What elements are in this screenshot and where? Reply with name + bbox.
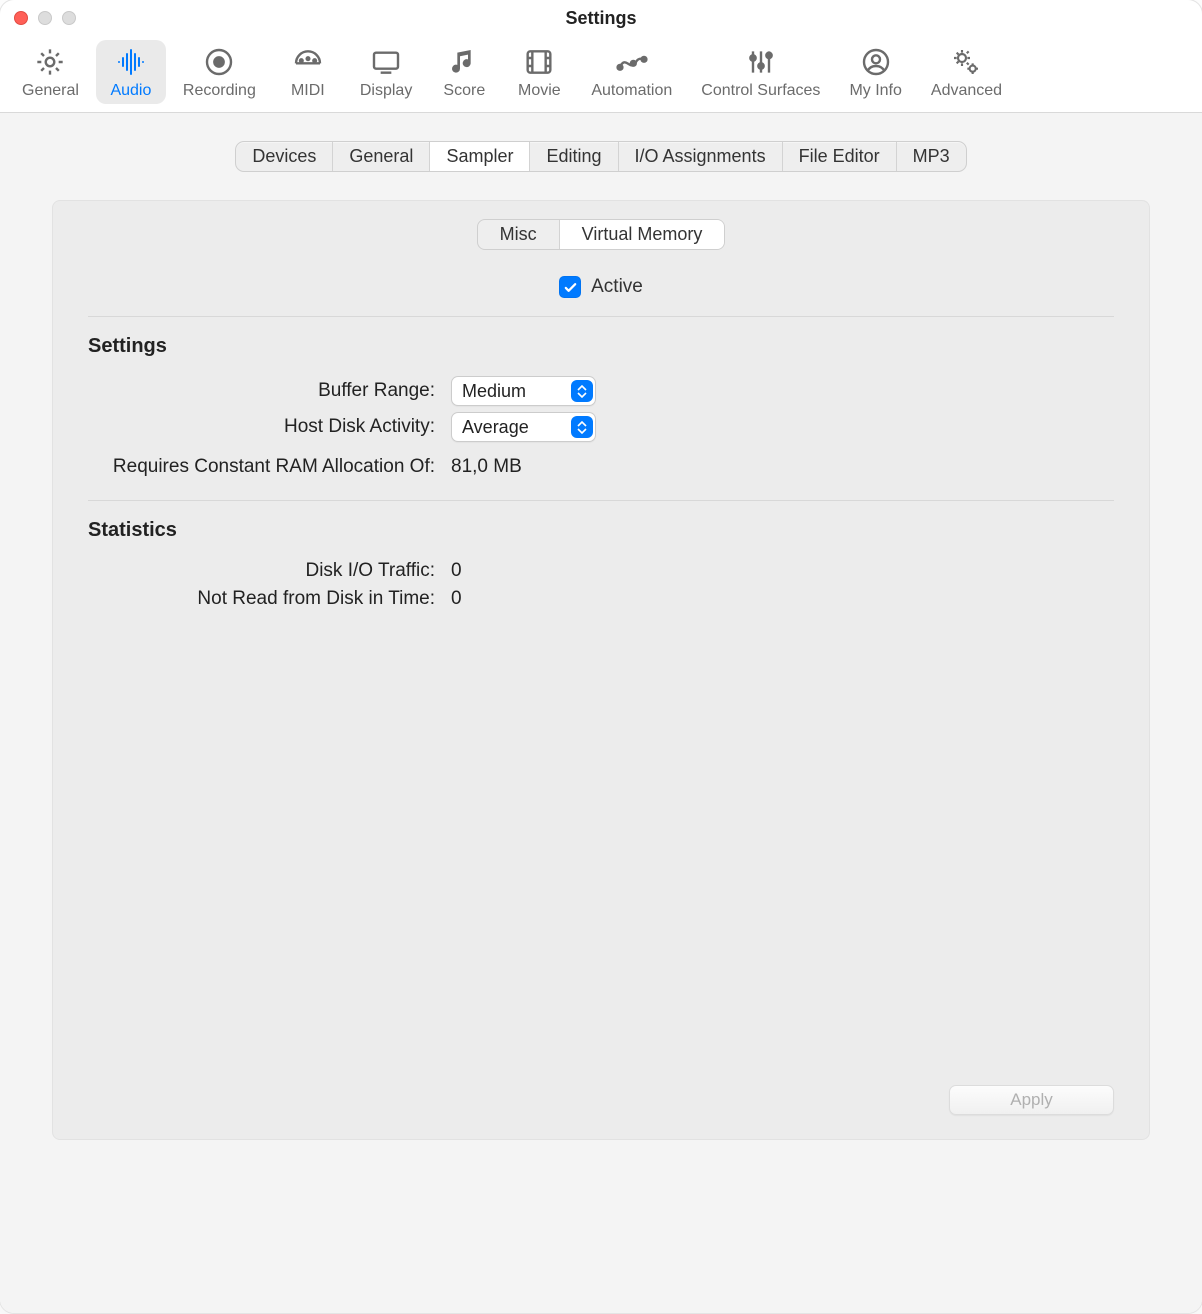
tab-mp3[interactable]: MP3 — [897, 142, 966, 171]
not-read-label: Not Read from Disk in Time: — [88, 588, 435, 610]
not-read-row: Not Read from Disk in Time: 0 — [88, 588, 1114, 610]
tab-editing[interactable]: Editing — [530, 142, 618, 171]
toolbar-label: MIDI — [291, 82, 325, 100]
toolbar-label: Recording — [183, 82, 256, 100]
active-label: Active — [591, 276, 643, 298]
toolbar-label: Advanced — [931, 82, 1002, 100]
music-notes-icon — [448, 46, 480, 78]
divider — [88, 316, 1114, 317]
toolbar-item-movie[interactable]: Movie — [504, 40, 574, 104]
statistics-heading: Statistics — [88, 519, 1114, 542]
toolbar: General Audio Recording — [0, 36, 1202, 113]
subtab-misc[interactable]: Misc — [478, 220, 560, 249]
toolbar-label: Control Surfaces — [701, 82, 820, 100]
disk-io-row: Disk I/O Traffic: 0 — [88, 560, 1114, 582]
midi-port-icon — [292, 46, 324, 78]
tab-file-editor[interactable]: File Editor — [783, 142, 897, 171]
buffer-range-row: Buffer Range: Medium — [88, 376, 1114, 406]
display-icon — [370, 46, 402, 78]
subtab-virtual-memory[interactable]: Virtual Memory — [560, 220, 725, 249]
checkmark-icon — [563, 280, 578, 295]
film-icon — [523, 46, 555, 78]
settings-heading: Settings — [88, 335, 1114, 358]
host-disk-row: Host Disk Activity: Average — [88, 412, 1114, 442]
toolbar-label: Automation — [591, 82, 672, 100]
toolbar-item-general[interactable]: General — [10, 40, 91, 104]
audio-subtab-selector: Devices General Sampler Editing I/O Assi… — [235, 141, 966, 172]
divider — [88, 500, 1114, 501]
toolbar-label: My Info — [849, 82, 901, 100]
active-checkbox[interactable] — [559, 276, 581, 298]
toolbar-label: General — [22, 82, 79, 100]
toolbar-item-score[interactable]: Score — [429, 40, 499, 104]
host-disk-label: Host Disk Activity: — [88, 416, 435, 438]
waveform-icon — [115, 46, 147, 78]
window-title: Settings — [0, 8, 1202, 29]
toolbar-item-my-info[interactable]: My Info — [837, 40, 913, 104]
sliders-icon — [745, 46, 777, 78]
buffer-range-label: Buffer Range: — [88, 380, 435, 402]
toolbar-item-recording[interactable]: Recording — [171, 40, 268, 104]
tab-devices[interactable]: Devices — [236, 142, 333, 171]
not-read-value: 0 — [451, 588, 1114, 610]
content-area: Devices General Sampler Editing I/O Assi… — [0, 113, 1202, 1313]
apply-label: Apply — [1010, 1090, 1053, 1110]
buffer-range-value: Medium — [462, 381, 526, 402]
titlebar: Settings — [0, 0, 1202, 36]
gears-icon — [950, 46, 982, 78]
toolbar-item-automation[interactable]: Automation — [579, 40, 684, 104]
sampler-panel: Misc Virtual Memory Active Settings Buff… — [52, 200, 1150, 1140]
toolbar-label: Display — [360, 82, 412, 100]
disk-io-label: Disk I/O Traffic: — [88, 560, 435, 582]
toolbar-label: Movie — [518, 82, 561, 100]
disk-io-value: 0 — [451, 560, 1114, 582]
toolbar-item-control-surfaces[interactable]: Control Surfaces — [689, 40, 832, 104]
popup-stepper-icon — [571, 416, 593, 438]
person-circle-icon — [860, 46, 892, 78]
toolbar-item-advanced[interactable]: Advanced — [919, 40, 1014, 104]
tab-io[interactable]: I/O Assignments — [619, 142, 783, 171]
toolbar-label: Audio — [110, 82, 151, 100]
record-icon — [203, 46, 235, 78]
popup-stepper-icon — [571, 380, 593, 402]
host-disk-popup[interactable]: Average — [451, 412, 596, 442]
ram-alloc-label: Requires Constant RAM Allocation Of: — [88, 456, 435, 478]
sampler-subtab-selector: Misc Virtual Memory — [477, 219, 726, 250]
toolbar-item-midi[interactable]: MIDI — [273, 40, 343, 104]
active-checkbox-row: Active — [88, 276, 1114, 298]
tab-sampler[interactable]: Sampler — [430, 142, 530, 171]
gear-icon — [34, 46, 66, 78]
ram-alloc-row: Requires Constant RAM Allocation Of: 81,… — [88, 456, 1114, 478]
settings-window: Settings General Audio — [0, 0, 1202, 1313]
tab-general[interactable]: General — [333, 142, 430, 171]
buffer-range-popup[interactable]: Medium — [451, 376, 596, 406]
toolbar-item-display[interactable]: Display — [348, 40, 424, 104]
ram-alloc-value: 81,0 MB — [451, 456, 1114, 478]
toolbar-label: Score — [443, 82, 485, 100]
host-disk-value: Average — [462, 417, 529, 438]
toolbar-item-audio[interactable]: Audio — [96, 40, 166, 104]
apply-button[interactable]: Apply — [949, 1085, 1114, 1115]
automation-curve-icon — [616, 46, 648, 78]
